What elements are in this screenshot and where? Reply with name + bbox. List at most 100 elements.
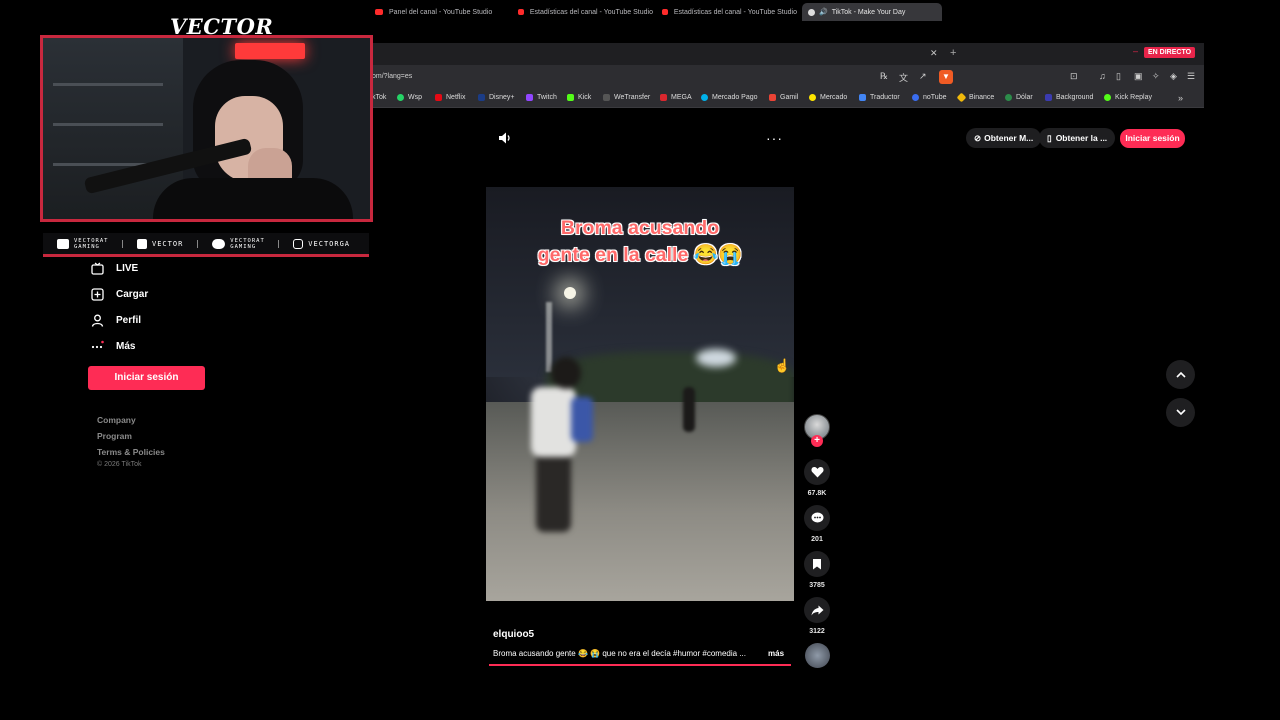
compass-icon: ⊘ xyxy=(974,132,982,143)
bookmark-background[interactable]: Background xyxy=(1045,94,1093,101)
comment-icon xyxy=(811,512,823,523)
social-label: VECTORGA xyxy=(308,239,351,248)
social-label: VECTOR xyxy=(152,239,184,248)
bookmark-label: Binance xyxy=(969,94,995,101)
bookmark-wsp[interactable]: Wsp xyxy=(397,94,422,101)
save-button[interactable] xyxy=(804,551,830,577)
description-more-link[interactable]: más xyxy=(768,649,784,658)
bookmark-tiktok[interactable]: kTok xyxy=(372,94,386,101)
sidebar-item-upload[interactable]: Cargar xyxy=(90,287,148,301)
bookmark-kick-replay[interactable]: Kick Replay xyxy=(1104,94,1152,101)
follow-plus-icon[interactable]: + xyxy=(811,435,823,447)
divider xyxy=(122,239,123,248)
gmail-icon xyxy=(769,94,776,101)
tab-channel-stats-2[interactable]: Estadísticas del canal - YouTube Studio xyxy=(662,3,797,21)
hand-cursor-icon: ☝ xyxy=(774,358,791,373)
divider xyxy=(278,239,280,248)
share-icon[interactable]: ↗ xyxy=(919,71,927,82)
more-options-icon[interactable]: ··· xyxy=(766,130,783,146)
wetransfer-icon xyxy=(603,94,610,101)
bookmark-label: Disney+ xyxy=(489,94,515,101)
volume-icon[interactable] xyxy=(498,131,512,150)
close-tab-icon[interactable]: ✕ xyxy=(930,48,938,59)
bookmark-label: Kick Replay xyxy=(1115,94,1152,101)
bookmark-label: Dólar xyxy=(1016,94,1033,101)
bookmark-mercado-pago[interactable]: Mercado Pago xyxy=(701,94,758,101)
reader-icon[interactable]: ℞ xyxy=(880,71,888,82)
bookmark-label: Kick xyxy=(578,94,592,101)
bookmark-wetransfer[interactable]: WeTransfer xyxy=(603,94,650,101)
footer-link-program[interactable]: Program xyxy=(97,431,132,441)
sidebar-login-button[interactable]: Iniciar sesión xyxy=(88,366,205,390)
sound-disc[interactable] xyxy=(805,643,830,668)
video-far-person xyxy=(683,387,695,432)
url-field[interactable]: om/?lang=es xyxy=(372,73,412,80)
social-youtube: VECTORAT GAMING xyxy=(57,238,108,250)
social-instagram: VECTORGA xyxy=(293,238,351,249)
video-author[interactable]: elquioo5 xyxy=(493,629,534,640)
previous-video-button[interactable] xyxy=(1166,360,1195,389)
bookmark-binance[interactable]: Binance xyxy=(956,92,995,103)
new-tab-icon[interactable]: + xyxy=(950,47,956,59)
social-twitter: VECTORAT GAMING xyxy=(212,238,264,250)
wallet-icon[interactable]: ▣ xyxy=(1134,71,1143,82)
background-icon xyxy=(1045,94,1052,101)
screenshot-icon[interactable]: ⊡ xyxy=(1070,71,1078,82)
mercadolibre-icon xyxy=(809,94,816,101)
vpn-icon[interactable]: ◈ xyxy=(1170,71,1177,82)
sidebar-icon[interactable]: ▯ xyxy=(1116,71,1121,82)
bookmark-netflix[interactable]: Netflix xyxy=(435,94,465,101)
webcam-frame xyxy=(40,35,373,222)
video-player[interactable]: Broma acusando gente en la calle 😂😭 xyxy=(486,187,794,601)
shelf xyxy=(53,83,163,86)
share-count: 3122 xyxy=(809,628,825,635)
instagram-icon xyxy=(293,238,304,249)
bookmark-twitch[interactable]: Twitch xyxy=(526,94,557,101)
minimize-icon[interactable]: – xyxy=(1133,46,1138,56)
bookmark-label: Netflix xyxy=(446,94,466,101)
brave-shield-icon[interactable]: ▼ xyxy=(939,70,953,84)
chevron-up-icon xyxy=(1175,371,1186,378)
bookmark-dolar[interactable]: Dólar xyxy=(1005,94,1033,101)
menu-icon[interactable]: ☰ xyxy=(1187,71,1195,82)
sidebar-item-profile[interactable]: Perfil xyxy=(90,313,141,327)
video-light-glow xyxy=(696,349,736,367)
tab-tiktok[interactable]: 🔊 TikTok - Make Your Day xyxy=(802,3,942,21)
bookmark-kick[interactable]: Kick xyxy=(567,94,591,101)
tab-channel-stats-1[interactable]: Estadísticas del canal - YouTube Studio xyxy=(518,3,653,21)
get-app-button-1[interactable]: ⊘ Obtener M... xyxy=(966,128,1042,148)
tab-channel-panel[interactable]: Panel del canal - YouTube Studio xyxy=(375,3,510,21)
footer-link-company[interactable]: Company xyxy=(97,415,136,425)
tab-label: Panel del canal - YouTube Studio xyxy=(389,8,493,16)
header-login-button[interactable]: Iniciar sesión xyxy=(1120,129,1185,148)
bookmark-traductor[interactable]: Traductor xyxy=(859,94,900,101)
extensions-icon[interactable]: ✧ xyxy=(1152,71,1160,82)
bookmark-mega[interactable]: MEGA xyxy=(660,94,692,101)
bookmark-label: Wsp xyxy=(408,94,422,101)
more-bookmarks-icon[interactable]: » xyxy=(1178,93,1183,103)
bookmark-notube[interactable]: noTube xyxy=(912,94,946,101)
bookmark-disney[interactable]: Disney+ xyxy=(478,94,514,101)
video-progress-bar[interactable] xyxy=(489,664,791,666)
bookmark-mercado[interactable]: Mercado xyxy=(809,94,847,101)
like-button[interactable] xyxy=(804,459,830,485)
bookmark-label: kTok xyxy=(372,94,387,101)
youtube-icon xyxy=(375,9,383,15)
translate-icon[interactable]: 文 xyxy=(899,71,908,84)
sidebar-item-more[interactable]: Más xyxy=(90,339,135,353)
comment-button[interactable] xyxy=(804,505,830,531)
music-icon[interactable]: ♫ xyxy=(1099,71,1106,81)
next-video-button[interactable] xyxy=(1166,398,1195,427)
video-street-light xyxy=(564,287,576,299)
button-label: Obtener M... xyxy=(984,133,1034,143)
person-head xyxy=(551,357,581,389)
footer-link-terms[interactable]: Terms & Policies xyxy=(97,447,165,457)
bookmark-label: Background xyxy=(1056,94,1094,101)
bookmark-label: Mercado xyxy=(820,94,848,101)
get-app-button-2[interactable]: ▯ Obtener la ... xyxy=(1039,128,1116,148)
person-torso xyxy=(531,387,576,457)
share-button[interactable] xyxy=(804,597,830,623)
neon-sign xyxy=(235,43,305,59)
sidebar-item-live[interactable]: LIVE xyxy=(90,261,138,275)
bookmark-gamil[interactable]: Gamil xyxy=(769,94,798,101)
